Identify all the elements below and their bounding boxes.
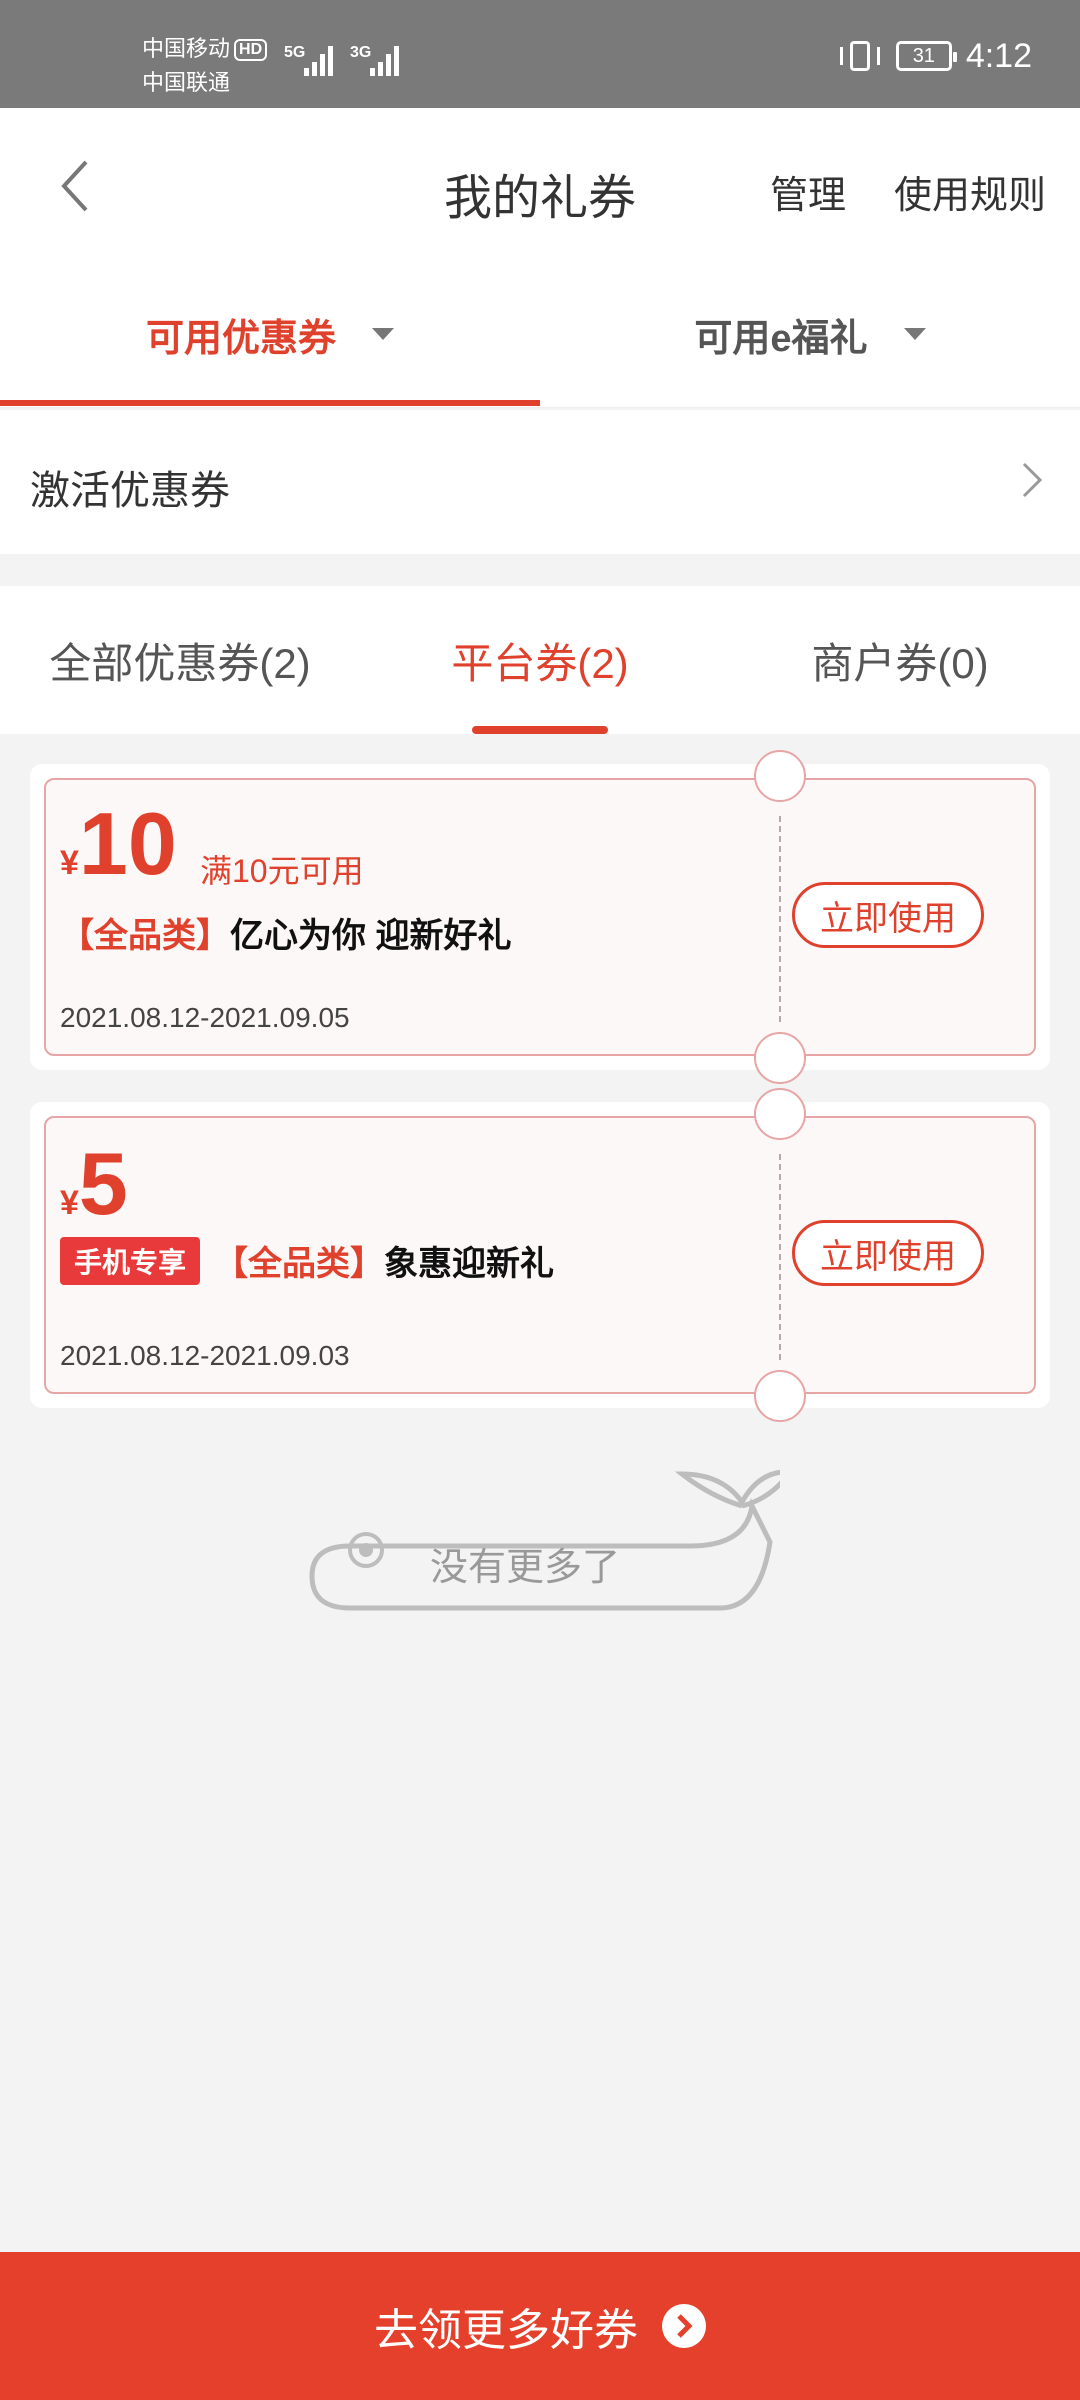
coupon-name: 手机专享 【全品类】象惠迎新礼	[60, 1236, 554, 1285]
ticket-divider	[779, 816, 781, 1022]
coupon-amount: ¥10	[60, 800, 177, 888]
currency-symbol: ¥	[60, 844, 79, 882]
coupon-card: ¥10 满10元可用 【全品类】亿心为你 迎新好礼 2021.08.12-202…	[30, 750, 1050, 1084]
battery-icon: 31	[895, 41, 957, 71]
tab-available-efuli[interactable]: 可用e福礼	[540, 260, 1080, 408]
carrier-info: 中国移动 HD 中国联通	[142, 32, 268, 100]
use-now-button[interactable]: 立即使用	[792, 1220, 984, 1286]
rules-button[interactable]: 使用规则	[894, 164, 1046, 219]
clock: 4:12	[965, 36, 1032, 75]
coupon-category: 【全品类】	[214, 1245, 385, 1283]
net-type-1: 5G	[284, 44, 306, 61]
tab-merchant-coupons[interactable]: 商户券(0)	[720, 586, 1080, 734]
chevron-right-circle-icon	[662, 2304, 706, 2348]
nav-bar: 我的礼券 管理 使用规则	[0, 108, 1080, 260]
ticket-notch	[754, 1370, 806, 1422]
coupon-ticket: ¥10 满10元可用 【全品类】亿心为你 迎新好礼 2021.08.12-202…	[44, 750, 1036, 1084]
tab-platform-coupons[interactable]: 平台券(2)	[360, 586, 720, 734]
coupon-title: 象惠迎新礼	[384, 1245, 555, 1283]
tab-indicator	[0, 400, 540, 406]
hd-icon: HD	[234, 39, 268, 61]
coupon-card: ¥5 手机专享 【全品类】象惠迎新礼 2021.08.12-2021.09.03 …	[30, 1088, 1050, 1422]
main-tabs: 可用优惠券 可用e福礼	[0, 260, 1080, 408]
amount-value: 10	[78, 794, 177, 893]
activate-coupon-row[interactable]: 激活优惠券	[0, 410, 1080, 554]
coupon-validity: 2021.08.12-2021.09.05	[60, 1002, 350, 1033]
caret-down-icon	[903, 328, 926, 340]
ticket-divider	[779, 1154, 781, 1360]
get-more-coupons-button[interactable]: 去领更多好券	[0, 2252, 1080, 2400]
coupon-amount: ¥5	[60, 1140, 128, 1228]
coupon-title: 亿心为你 迎新好礼	[230, 917, 512, 955]
chevron-right-icon	[1022, 462, 1043, 498]
vibrate-icon	[838, 39, 882, 73]
coupon-category: 【全品类】	[60, 917, 230, 955]
amount-value: 5	[78, 1134, 128, 1233]
coupon-condition: 满10元可用	[200, 853, 364, 889]
tab-available-coupons[interactable]: 可用优惠券	[0, 260, 540, 408]
no-more-text: 没有更多了	[430, 1547, 621, 1589]
sub-tabs: 全部优惠券(2) 平台券(2) 商户券(0)	[0, 586, 1080, 734]
coupon-validity: 2021.08.12-2021.09.03	[60, 1340, 350, 1371]
carrier-1: 中国移动	[142, 36, 231, 61]
tab-label: 可用优惠券	[145, 317, 336, 360]
status-bar: 中国移动 HD 中国联通 5G 3G 31 4:12	[0, 0, 1080, 108]
caret-down-icon	[372, 328, 394, 340]
ticket-notch	[754, 1088, 806, 1140]
sub-tab-indicator	[472, 726, 608, 734]
carrier-2: 中国联通	[142, 70, 231, 95]
currency-symbol: ¥	[60, 1184, 79, 1222]
net-type-2: 3G	[350, 44, 372, 61]
tab-all-coupons[interactable]: 全部优惠券(2)	[0, 586, 360, 734]
manage-button[interactable]: 管理	[770, 164, 846, 219]
coupon-name: 【全品类】亿心为你 迎新好礼	[60, 908, 511, 957]
use-now-button[interactable]: 立即使用	[792, 882, 984, 948]
tab-label: 可用e福礼	[694, 317, 868, 360]
coupon-ticket: ¥5 手机专享 【全品类】象惠迎新礼 2021.08.12-2021.09.03 …	[44, 1088, 1036, 1422]
activate-coupon-label: 激活优惠券	[30, 469, 230, 513]
no-more-indicator: 没有更多了	[300, 1468, 780, 1618]
get-more-coupons-label: 去领更多好券	[374, 2306, 638, 2355]
ticket-notch	[754, 750, 806, 802]
mobile-exclusive-badge: 手机专享	[60, 1237, 201, 1285]
ticket-notch	[754, 1032, 806, 1084]
